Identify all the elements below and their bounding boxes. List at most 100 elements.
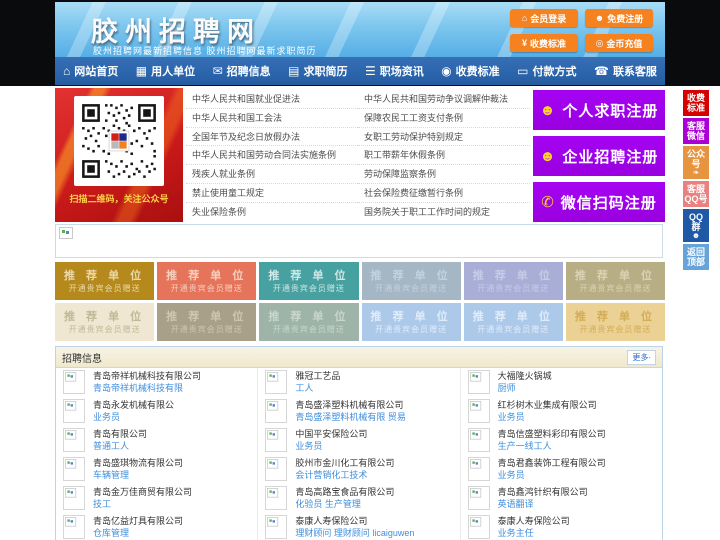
job-position-link[interactable]: 工人 (295, 382, 340, 394)
job-image-placeholder (265, 486, 288, 510)
law-link[interactable]: 女职工劳动保护特别规定 (358, 128, 530, 147)
job-position-link[interactable]: 业务员 (295, 440, 367, 452)
fee-standard-button-label: 收费标准 (530, 38, 567, 49)
personal-register-button-label: 个人求职注册 (562, 102, 659, 120)
job-position-link[interactable]: 车辆管理 (93, 469, 183, 481)
wechat-register-button-label: 微信扫码注册 (560, 194, 657, 212)
law-link[interactable]: 禁止使用童工规定 (186, 184, 358, 203)
nav-item-payment[interactable]: ▭ 付款方式 (517, 63, 576, 79)
law-link[interactable]: 失业保险条例 (186, 203, 358, 222)
free-register-button[interactable]: ☻ 免费注册 (585, 9, 653, 27)
recommended-unit-block[interactable]: 推 荐 单 位开通贵宾会员赠送 (565, 262, 666, 300)
nav-item-resumes[interactable]: ▤ 求职简历 (288, 63, 347, 79)
law-link[interactable]: 残疾人就业条例 (186, 165, 358, 184)
widget-fee-standard[interactable]: 收费 标准 (683, 90, 709, 116)
law-link[interactable]: 全国年节及纪念日放假办法 (186, 128, 358, 147)
law-links-left-column: 中华人民共和国就业促进法 中华人民共和国工会法 全国年节及纪念日放假办法 中华人民共和… (186, 90, 358, 222)
job-position-link[interactable]: 业务主任 (498, 527, 570, 539)
job-listing: 青岛永发机械有限公 业务员 (56, 397, 257, 426)
recommended-unit-block[interactable]: 推 荐 单 位开通贵宾会员赠送 (463, 262, 563, 300)
law-link[interactable]: 国务院关于职工工作时间的规定 (358, 203, 530, 222)
recommended-unit-block[interactable]: 推 荐 单 位开通贵宾会员赠送 (55, 303, 155, 341)
job-position-link[interactable]: 化验员 生产管理 (295, 498, 394, 510)
job-position-link[interactable]: 普通工人 (93, 440, 147, 452)
company-register-button[interactable]: ☻ 企业招聘注册 (533, 136, 665, 176)
nav-item-service[interactable]: ☎ 联系客服 (594, 63, 657, 79)
recommended-unit-block[interactable]: 推 荐 单 位开通贵宾会员赠送 (157, 303, 257, 341)
broken-image-icon (267, 430, 279, 440)
widget-official-account-label: 公众 号 (686, 149, 705, 169)
job-company-name: 胶州市金川化工有限公司 (295, 458, 395, 468)
job-position-link[interactable]: 生产一线工人 (498, 440, 606, 452)
widget-official-account[interactable]: 公众 号 ❧ (683, 146, 709, 179)
widget-service-qq[interactable]: 客服 QQ号 (683, 181, 709, 207)
law-link[interactable]: 中华人民共和国劳动合同法实施条例 (186, 146, 358, 166)
recommended-unit-title: 推 荐 单 位 (166, 310, 248, 323)
job-position-link[interactable]: 业务员 (498, 411, 597, 423)
nav-item-home[interactable]: ⌂ 网站首页 (63, 63, 118, 79)
law-link[interactable]: 保障农民工工资支付条例 (358, 109, 530, 128)
widget-service-wechat-label: 客服 微信 (686, 121, 705, 141)
law-link[interactable]: 中华人民共和国劳动争议调解仲裁法 (358, 90, 530, 109)
fee-standard-button[interactable]: ¥ 收费标准 (510, 34, 578, 52)
recommended-unit-block[interactable]: 推 荐 单 位开通贵宾会员赠送 (361, 303, 461, 341)
jobs-grid: 青岛帝祥机械科技有限公司 青岛帝祥机械科技有限 青岛永发机械有限公 业务员 青岛有限公司… (56, 368, 662, 540)
recommended-unit-block[interactable]: 推 荐 单 位开通贵宾会员赠送 (463, 303, 563, 341)
job-image-placeholder (63, 457, 85, 481)
widget-back-to-top[interactable]: 返回 顶部 (683, 244, 709, 270)
job-position-link[interactable]: 青岛帝祥机械科技有限 (93, 382, 201, 394)
nav-item-label: 用人单位 (151, 66, 196, 78)
job-listing: 胶州市金川化工有限公司 会计营销化工技术 (258, 455, 459, 484)
job-image-placeholder (265, 370, 288, 394)
job-position-link[interactable]: 理财顾问 理财顾问 licaiguwen (295, 527, 414, 539)
nav-item-label: 付款方式 (532, 66, 577, 78)
job-listing: 青岛有限公司 普通工人 (56, 426, 257, 455)
job-position-link[interactable]: 英语翻译 (498, 498, 588, 510)
personal-register-button[interactable]: ☻ 个人求职注册 (533, 90, 665, 130)
job-position-link[interactable]: 青岛盛泽塑料机械有限 贸易 (295, 411, 406, 423)
coin-recharge-button[interactable]: ◎ 金币充值 (585, 34, 653, 52)
law-link[interactable]: 中华人民共和国就业促进法 (186, 90, 358, 109)
law-link[interactable]: 社会保险费征缴暂行条例 (358, 184, 530, 203)
nav-item-employers[interactable]: ▦ 用人单位 (136, 63, 195, 79)
job-company-name: 青岛盛琪物流有限公司 (93, 458, 184, 468)
job-position-link[interactable]: 技工 (93, 498, 192, 510)
job-position-link[interactable]: 会计营销化工技术 (295, 469, 394, 481)
recommended-units-row-2: 推 荐 单 位开通贵宾会员赠送推 荐 单 位开通贵宾会员赠送推 荐 单 位开通贵… (55, 303, 666, 341)
job-position-link[interactable]: 仓库管理 (93, 527, 183, 539)
job-position-link[interactable]: 厨师 (498, 382, 552, 394)
recommended-unit-subtitle: 开通贵宾会员赠送 (375, 283, 448, 293)
recommended-unit-block[interactable]: 推 荐 单 位开通贵宾会员赠送 (259, 262, 359, 300)
home-icon: ⌂ (521, 13, 528, 23)
nav-item-jobs[interactable]: ✉ 招聘信息 (213, 63, 271, 79)
widget-qq-group[interactable]: QQ 群 ☻ (683, 209, 709, 242)
free-register-button-label: 免费注册 (607, 13, 644, 24)
nav-item-news[interactable]: ☰ 职场资讯 (365, 63, 424, 79)
recommended-unit-block[interactable]: 推 荐 单 位开通贵宾会员赠送 (55, 262, 155, 300)
recommended-unit-title: 推 荐 单 位 (64, 310, 146, 323)
recommended-unit-block[interactable]: 推 荐 单 位开通贵宾会员赠送 (259, 303, 359, 341)
chat-bubble-icon: ✉ (212, 64, 223, 78)
job-image-placeholder (265, 399, 288, 423)
person-briefcase-icon: ☻ (539, 147, 557, 165)
wechat-register-button[interactable]: ✆ 微信扫码注册 (533, 182, 665, 222)
recommended-unit-block[interactable]: 推 荐 单 位开通贵宾会员赠送 (565, 303, 666, 341)
jobs-more-link[interactable]: 更多· (627, 349, 656, 365)
member-login-button[interactable]: ⌂ 会员登录 (510, 9, 578, 27)
job-position-link[interactable]: 业务员 (93, 411, 174, 423)
job-position-link[interactable]: 业务员 (498, 469, 606, 481)
job-company-name: 雅冠工艺品 (295, 371, 341, 381)
job-listing: 青岛帝祥机械科技有限公司 青岛帝祥机械科技有限 (56, 368, 257, 397)
nav-item-fees[interactable]: ◉ 收费标准 (441, 63, 499, 79)
recommended-unit-block[interactable]: 推 荐 单 位开通贵宾会员赠送 (157, 262, 257, 300)
job-listing: 青岛盛琪物流有限公司 车辆管理 (56, 455, 257, 484)
law-link[interactable]: 劳动保障监察条例 (358, 165, 530, 184)
widget-service-wechat[interactable]: 客服 微信 (683, 118, 709, 144)
job-image-placeholder (63, 399, 85, 423)
jobs-column: 大福隆火锅城 厨师 红杉树木业集成有限公司 业务员 青岛信盛塑料彩印有限公司 生产一线工人… (459, 368, 662, 540)
recommended-unit-block[interactable]: 推 荐 单 位开通贵宾会员赠送 (361, 262, 461, 300)
law-link[interactable]: 中华人民共和国工会法 (186, 109, 358, 128)
recommended-unit-title: 推 荐 单 位 (370, 269, 452, 282)
job-company-name: 青岛信盛塑料彩印有限公司 (497, 429, 606, 439)
law-link[interactable]: 职工带薪年休假条例 (358, 146, 530, 166)
